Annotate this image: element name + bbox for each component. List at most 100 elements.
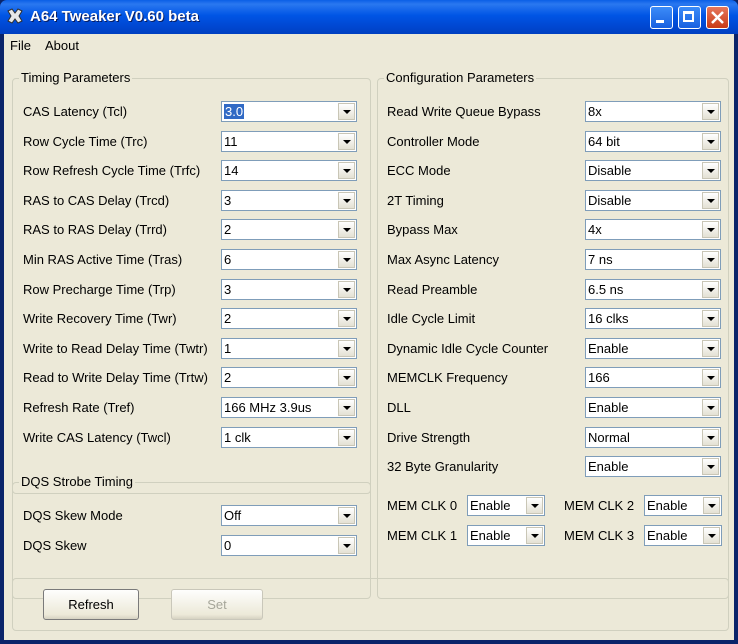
memclk-frequency-dropdown[interactable]: 166 [585, 367, 721, 389]
dynamic-idle-cycle-counter-dropdown[interactable]: Enable [585, 337, 721, 359]
set-button[interactable]: Set [171, 589, 263, 620]
dropdown-value: 1 clk [224, 429, 251, 445]
cas-latency-label: CAS Latency (Tcl) [23, 104, 128, 119]
write-recovery-time-dropdown[interactable]: 2 [221, 308, 357, 330]
row-precharge-time-dropdown[interactable]: 3 [221, 278, 357, 300]
chevron-down-icon[interactable] [338, 537, 355, 554]
minimize-button[interactable] [650, 6, 673, 29]
write-to-read-delay-time-dropdown[interactable]: 1 [221, 337, 357, 359]
2t-timing-dropdown[interactable]: Disable [585, 189, 721, 211]
maximize-button[interactable] [678, 6, 701, 29]
dll-dropdown[interactable]: Enable [585, 397, 721, 418]
chevron-down-icon[interactable] [702, 399, 719, 416]
32-byte-granularity-dropdown[interactable]: Enable [585, 456, 721, 478]
dropdown-value: Enable [588, 400, 629, 415]
chevron-down-icon[interactable] [702, 103, 719, 120]
chevron-down-icon[interactable] [702, 191, 719, 209]
menu-about[interactable]: About [45, 38, 79, 53]
mem-clk-0-dropdown[interactable]: Enable [467, 495, 545, 516]
timing-parameters-title: Timing Parameters [19, 70, 133, 85]
mem-clk-3-dropdown[interactable]: Enable [644, 525, 722, 546]
app-icon [7, 8, 23, 24]
dropdown-value: Enable [647, 528, 688, 543]
write-cas-latency-dropdown[interactable]: 1 clk [221, 426, 357, 448]
chevron-down-icon[interactable] [338, 428, 355, 446]
bypass-max-dropdown[interactable]: 4x [585, 219, 721, 241]
chevron-down-icon[interactable] [703, 527, 720, 544]
controller-mode-label: Controller Mode [387, 133, 480, 149]
read-preamble-label: Read Preamble [387, 281, 478, 297]
dropdown-value: 14 [224, 163, 239, 179]
chevron-down-icon[interactable] [526, 497, 543, 514]
row-precharge-time-label: Row Precharge Time (Trp) [23, 281, 176, 297]
chevron-down-icon[interactable] [702, 369, 719, 387]
chevron-down-icon[interactable] [338, 310, 355, 328]
chevron-down-icon[interactable] [702, 458, 719, 476]
idle-cycle-limit-label: Idle Cycle Limit [387, 311, 476, 327]
dropdown-value: Disable [588, 192, 632, 208]
mem-clk-1-dropdown[interactable]: Enable [467, 525, 545, 546]
chevron-down-icon[interactable] [703, 497, 720, 514]
dropdown-value: 8x [588, 104, 602, 119]
chevron-down-icon[interactable] [702, 251, 719, 268]
ecc-mode-dropdown[interactable]: Disable [585, 160, 721, 182]
drive-strength-dropdown[interactable]: Normal [585, 426, 721, 448]
memclk-frequency-label: MEMCLK Frequency [387, 370, 508, 386]
dropdown-value: 2 [224, 370, 232, 386]
refresh-button[interactable]: Refresh [43, 589, 139, 620]
dqs-skew-label: DQS Skew [23, 538, 87, 553]
row-refresh-cycle-time-dropdown[interactable]: 14 [221, 160, 357, 182]
cas-latency-dropdown[interactable]: 3.0 [221, 101, 357, 122]
chevron-down-icon[interactable] [702, 221, 719, 239]
chevron-down-icon[interactable] [338, 280, 355, 298]
menu-file[interactable]: File [10, 38, 31, 53]
chevron-down-icon[interactable] [338, 399, 355, 416]
dropdown-value: 4x [588, 222, 602, 238]
read-write-queue-bypass-dropdown[interactable]: 8x [585, 101, 721, 122]
dropdown-value: Enable [588, 459, 629, 475]
ras-to-ras-delay-dropdown[interactable]: 2 [221, 219, 357, 241]
minimize-icon [656, 20, 664, 23]
refresh-rate-dropdown[interactable]: 166 MHz 3.9us [221, 397, 357, 418]
ras-to-ras-delay-label: RAS to RAS Delay (Trrd) [23, 222, 167, 238]
chevron-down-icon[interactable] [338, 339, 355, 357]
dropdown-value: Normal [588, 429, 630, 445]
row-cycle-time-dropdown[interactable]: 11 [221, 130, 357, 152]
chevron-down-icon[interactable] [338, 162, 355, 180]
chevron-down-icon[interactable] [338, 221, 355, 239]
chevron-down-icon[interactable] [702, 428, 719, 446]
dropdown-value: 0 [224, 538, 232, 553]
read-preamble-dropdown[interactable]: 6.5 ns [585, 278, 721, 300]
close-button[interactable] [706, 6, 729, 29]
chevron-down-icon[interactable] [338, 251, 355, 268]
read-to-write-delay-time-dropdown[interactable]: 2 [221, 367, 357, 389]
chevron-down-icon[interactable] [526, 527, 543, 544]
ras-to-cas-delay-dropdown[interactable]: 3 [221, 189, 357, 211]
chevron-down-icon[interactable] [702, 310, 719, 328]
dqs-skew-dropdown[interactable]: 0 [221, 535, 357, 556]
title-bar[interactable]: A64 Tweaker V0.60 beta [0, 0, 738, 34]
chevron-down-icon[interactable] [338, 132, 355, 150]
dqs-skew-mode-dropdown[interactable]: Off [221, 505, 357, 526]
idle-cycle-limit-dropdown[interactable]: 16 clks [585, 308, 721, 330]
chevron-down-icon[interactable] [338, 507, 355, 524]
button-bar: Refresh Set [12, 578, 729, 631]
ecc-mode-label: ECC Mode [387, 163, 451, 179]
chevron-down-icon[interactable] [702, 132, 719, 150]
dropdown-value: Enable [647, 498, 688, 513]
chevron-down-icon[interactable] [338, 191, 355, 209]
chevron-down-icon[interactable] [338, 369, 355, 387]
configuration-parameters-title: Configuration Parameters [384, 70, 537, 85]
timing-parameters-group: Timing Parameters CAS Latency (Tcl) 3.0 Ro… [12, 70, 371, 494]
dropdown-value: 3 [224, 192, 232, 208]
chevron-down-icon[interactable] [702, 339, 719, 357]
controller-mode-dropdown[interactable]: 64 bit [585, 130, 721, 152]
min-ras-active-time-dropdown[interactable]: 6 [221, 249, 357, 270]
max-async-latency-dropdown[interactable]: 7 ns [585, 249, 721, 270]
chevron-down-icon[interactable] [702, 162, 719, 180]
chevron-down-icon[interactable] [338, 103, 355, 120]
mem-clk-2-dropdown[interactable]: Enable [644, 495, 722, 516]
row-refresh-cycle-time-label: Row Refresh Cycle Time (Trfc) [23, 163, 201, 179]
row-cycle-time-label: Row Cycle Time (Trc) [23, 133, 148, 149]
chevron-down-icon[interactable] [702, 280, 719, 298]
